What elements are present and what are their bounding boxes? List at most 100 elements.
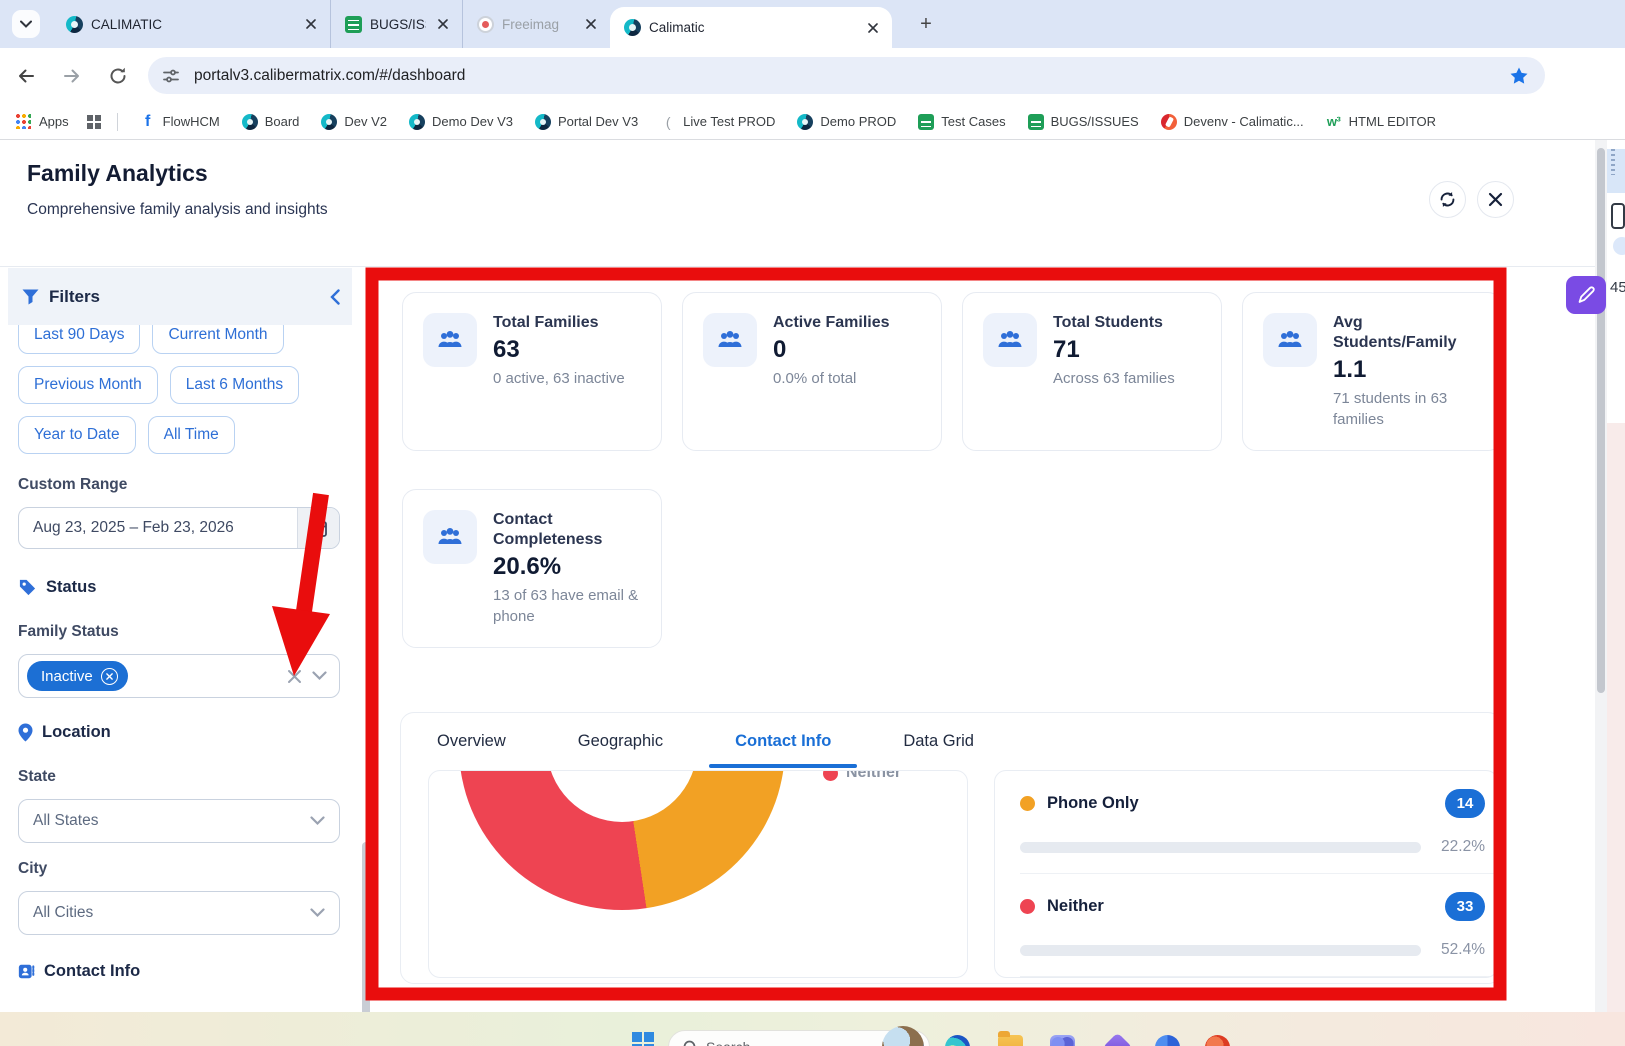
state-select[interactable]: All States bbox=[18, 799, 340, 843]
browser-tab[interactable]: Calimatic bbox=[610, 7, 892, 48]
stat-value: 0 bbox=[773, 336, 787, 363]
stat-label: Active Families bbox=[773, 314, 890, 331]
filters-title: Filters bbox=[49, 286, 101, 306]
browser-tab[interactable]: BUGS/ISS bbox=[330, 0, 462, 48]
page-scrollbar-thumb[interactable] bbox=[1597, 148, 1605, 693]
bookmark-label: FlowHCM bbox=[162, 114, 220, 129]
blue-app-icon[interactable] bbox=[1155, 1035, 1180, 1046]
search-highlight-image[interactable] bbox=[882, 1026, 924, 1046]
bookmark-item[interactable]: Demo Dev V3 bbox=[409, 113, 513, 130]
forward-button[interactable] bbox=[60, 64, 84, 88]
new-tab-button[interactable]: + bbox=[912, 10, 940, 38]
quick-range-button[interactable]: Previous Month bbox=[18, 366, 158, 404]
loop-app-icon[interactable] bbox=[1102, 1032, 1133, 1046]
tab-title: Freeimag bbox=[502, 16, 560, 32]
analytics-tab[interactable]: Contact Info bbox=[709, 716, 858, 768]
tab-groups-icon[interactable] bbox=[86, 114, 101, 129]
file-explorer-icon[interactable] bbox=[998, 1031, 1023, 1046]
edge-icon[interactable] bbox=[945, 1035, 970, 1046]
bookmark-item[interactable]: Board bbox=[241, 113, 300, 130]
stat-icon-tile bbox=[703, 313, 757, 367]
analytics-tab[interactable]: Data Grid bbox=[893, 716, 984, 767]
bookmark-favicon: f bbox=[144, 112, 151, 130]
drag-handle-icon[interactable] bbox=[1611, 149, 1615, 175]
quick-range-button[interactable]: All Time bbox=[147, 416, 235, 454]
bookmark-item[interactable]: BUGS/ISSUES bbox=[1027, 113, 1139, 130]
browser-tab[interactable]: Freeimag bbox=[462, 0, 610, 48]
bookmark-favicon bbox=[321, 113, 338, 130]
annotate-pencil-button[interactable] bbox=[1566, 276, 1606, 314]
bookmark-item[interactable]: Dev V2 bbox=[321, 113, 387, 130]
date-range-value[interactable]: Aug 23, 2025 – Feb 23, 2026 bbox=[19, 508, 297, 548]
bookmark-item[interactable]: Demo PROD bbox=[797, 113, 896, 130]
chip-remove-icon[interactable] bbox=[100, 667, 118, 685]
legend-row-group: Phone Only 14 22.2% bbox=[995, 771, 1497, 874]
bookmark-item[interactable]: f FlowHCM bbox=[140, 112, 220, 130]
bookmark-item[interactable]: w³ HTML EDITOR bbox=[1326, 114, 1436, 130]
bookmark-item[interactable]: Portal Dev V3 bbox=[534, 113, 638, 130]
tab-search-button[interactable] bbox=[12, 10, 40, 38]
tab-close-icon[interactable] bbox=[302, 15, 320, 33]
bookmark-favicon bbox=[918, 113, 935, 130]
refresh-button[interactable] bbox=[1429, 181, 1466, 218]
screen: CALIMATIC BUGS/ISS Freeimag bbox=[0, 0, 1625, 1046]
percent-bar-track bbox=[1020, 944, 1421, 956]
side-panel-body bbox=[1607, 423, 1625, 1012]
clear-select-icon[interactable] bbox=[287, 669, 302, 684]
quick-range-button[interactable]: Year to Date bbox=[18, 416, 136, 454]
taskbar-search[interactable]: Search bbox=[668, 1026, 930, 1046]
address-bar[interactable]: portalv3.calibermatrix.com/#/dashboard bbox=[148, 57, 1545, 94]
stat-card: Contact Completeness 20.6% 13 of 63 have… bbox=[402, 489, 662, 648]
legend-row: Phone Only 14 22.2% bbox=[995, 771, 1497, 856]
url-text[interactable]: portalv3.calibermatrix.com/#/dashboard bbox=[194, 67, 1509, 85]
bookmark-favicon: w³ bbox=[1326, 114, 1341, 129]
analytics-tab[interactable]: Overview bbox=[427, 716, 516, 767]
tab-close-icon[interactable] bbox=[434, 15, 452, 33]
windows-start-icon[interactable] bbox=[632, 1032, 654, 1046]
page-scrollbar[interactable] bbox=[1595, 140, 1607, 1012]
city-select[interactable]: All Cities bbox=[18, 891, 340, 935]
search-placeholder: Search bbox=[706, 1039, 882, 1046]
bookmark-star-icon[interactable] bbox=[1509, 66, 1529, 86]
filters-header: Filters bbox=[8, 268, 352, 325]
tab-close-icon[interactable] bbox=[864, 19, 882, 37]
family-status-chip[interactable]: Inactive bbox=[27, 661, 128, 691]
quick-range-button[interactable]: Last 6 Months bbox=[169, 366, 300, 404]
reload-button[interactable] bbox=[106, 64, 130, 88]
stat-value: 71 bbox=[1053, 336, 1080, 363]
date-range-input[interactable]: Aug 23, 2025 – Feb 23, 2026 bbox=[18, 507, 340, 549]
filters-content: Last 90 Days Current Month Previous Mont… bbox=[18, 316, 340, 981]
legend-label: Phone Only bbox=[1047, 794, 1139, 812]
close-button[interactable] bbox=[1477, 181, 1514, 218]
teams-icon[interactable] bbox=[1050, 1035, 1075, 1046]
page-subtitle: Comprehensive family analysis and insigh… bbox=[27, 201, 328, 218]
location-pin-icon bbox=[18, 723, 33, 742]
browser-tab[interactable]: CALIMATIC bbox=[52, 0, 330, 48]
back-button[interactable] bbox=[14, 64, 38, 88]
donut-chart[interactable] bbox=[459, 771, 785, 910]
bookmark-item[interactable]: Test Cases bbox=[918, 113, 1006, 130]
apps-label[interactable]: Apps bbox=[39, 114, 69, 129]
collapse-sidebar-button[interactable] bbox=[330, 288, 340, 305]
bookmark-label: Board bbox=[264, 114, 300, 129]
analytics-tabs-card: Overview Geographic Contact Info Data Gr… bbox=[400, 712, 1502, 984]
stat-sub: 13 of 63 have email & phone bbox=[493, 587, 639, 625]
family-status-select[interactable]: Inactive bbox=[18, 654, 340, 698]
bookmark-item[interactable]: Devenv - Calimatic... bbox=[1160, 113, 1304, 130]
stat-icon-tile bbox=[423, 510, 477, 564]
tab-close-icon[interactable] bbox=[582, 15, 600, 33]
red-app-icon[interactable] bbox=[1205, 1035, 1230, 1046]
bookmarks-bar: Apps f FlowHCM Board Dev V2 Demo Dev V3 bbox=[0, 104, 1625, 140]
custom-range-label: Custom Range bbox=[18, 476, 128, 493]
analytics-tab[interactable]: Geographic bbox=[568, 716, 673, 767]
filter-funnel-icon bbox=[22, 289, 39, 304]
apps-grid-icon[interactable] bbox=[16, 114, 31, 129]
tag-icon bbox=[19, 579, 36, 596]
stat-card: Total Students 71 Across 63 families bbox=[962, 292, 1222, 451]
site-settings-icon[interactable] bbox=[162, 67, 180, 85]
chevron-down-icon[interactable] bbox=[312, 671, 327, 681]
bookmark-label: Demo Dev V3 bbox=[432, 114, 513, 129]
calendar-button[interactable] bbox=[297, 508, 339, 548]
avatar bbox=[1613, 237, 1625, 255]
bookmark-item[interactable]: ( Live Test PROD bbox=[660, 114, 776, 130]
